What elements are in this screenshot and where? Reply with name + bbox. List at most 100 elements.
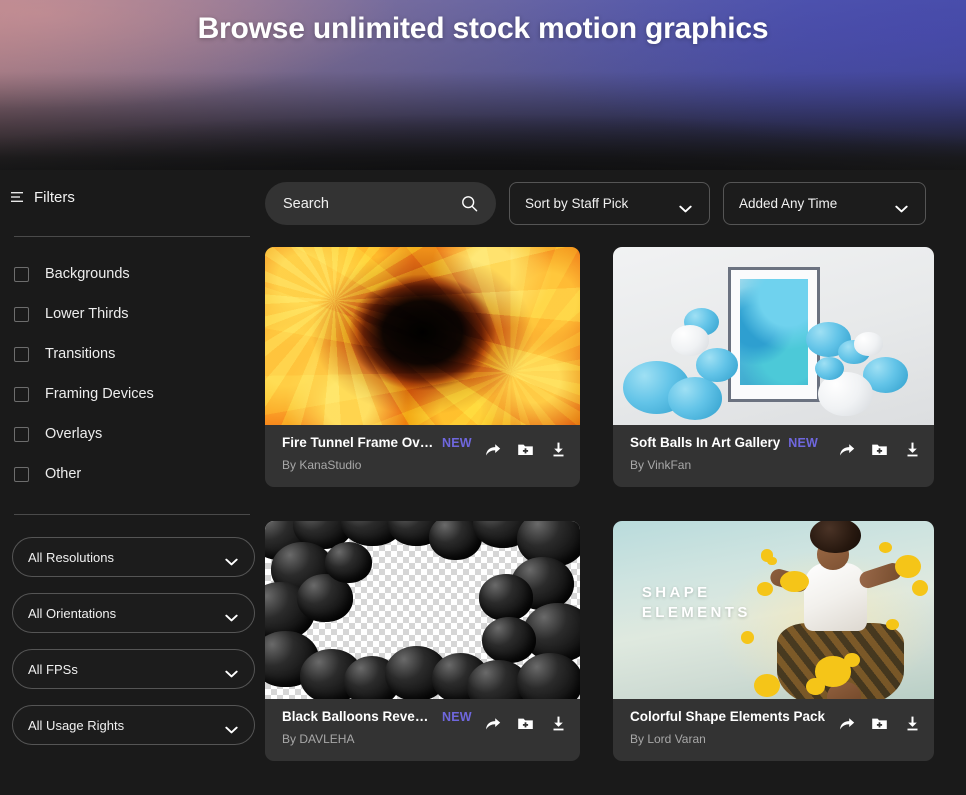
asset-author: By VinkFan [630,458,692,472]
yellow-blob [911,579,928,596]
black-balloons-artwork [265,521,580,699]
filter-option-overlays[interactable]: Overlays [11,414,253,454]
balloon-shape [482,617,536,664]
dancer-figure [767,521,934,699]
shape-elements-artwork: SHAPE ELEMENTS [613,521,934,699]
thumbnail-overlay-text: SHAPE ELEMENTS [642,583,751,623]
page-title: Browse unlimited stock motion graphics [197,12,769,45]
asset-card-footer: Black Balloons Reveal F... NEW By DAVLEH… [265,699,580,761]
yellow-blob [844,652,861,667]
add-to-folder-icon[interactable] [870,714,889,733]
chevron-down-icon [225,721,238,734]
asset-card[interactable]: Soft Balls In Art Gallery NEW By VinkFan [613,247,934,487]
dropdown-orientations[interactable]: All Orientations [12,593,255,633]
fire-tunnel-artwork [265,247,580,425]
chevron-down-icon [225,553,238,566]
chevron-down-icon [225,609,238,622]
checkbox-other[interactable] [14,466,29,482]
asset-actions [837,434,922,459]
page-body: Filters Backgrounds Lower Thirds Transit… [0,170,966,761]
status-badge: NEW [442,710,472,724]
checkbox-transitions[interactable] [14,346,29,362]
dropdown-label: All Orientations [28,605,117,621]
asset-title: Black Balloons Reveal F... [282,709,434,724]
asset-author: By DAVLEHA [282,732,355,746]
yellow-blob [767,556,777,566]
asset-thumbnail-soft-balls[interactable] [613,247,934,425]
add-to-folder-icon[interactable] [870,440,889,459]
filter-option-transitions[interactable]: Transitions [11,334,253,374]
download-icon[interactable] [903,714,922,733]
balloon-shape [517,652,580,699]
dropdown-fps[interactable]: All FPSs [12,649,255,689]
asset-card-footer: Colorful Shape Elements Pack By Lord Var… [613,699,934,761]
asset-card[interactable]: Black Balloons Reveal F... NEW By DAVLEH… [265,521,580,761]
asset-actions [837,708,922,733]
filter-option-framing-devices[interactable]: Framing Devices [11,374,253,414]
asset-author: By Lord Varan [630,732,706,746]
yellow-blob [885,618,899,630]
checkbox-overlays[interactable] [14,426,29,442]
sidebar-dropdown-list: All Resolutions All Orientations All FPS… [11,515,255,745]
overlay-text-line-1: SHAPE [641,584,711,602]
asset-card[interactable]: SHAPE ELEMENTS Colorful Shape Elements P… [613,521,934,761]
dropdown-label: All Usage Rights [28,717,125,733]
filter-option-label: Lower Thirds [45,306,129,322]
add-to-folder-icon[interactable] [516,440,535,459]
asset-meta: Soft Balls In Art Gallery NEW By VinkFan [630,434,818,472]
asset-thumbnail-shape-elements[interactable]: SHAPE ELEMENTS [613,521,934,699]
dropdown-usage-rights[interactable]: All Usage Rights [12,705,255,745]
dancer-hair [810,521,861,554]
yellow-blob [754,674,780,698]
checkbox-backgrounds[interactable] [14,266,29,282]
asset-thumbnail-fire-tunnel[interactable] [265,247,580,425]
asset-meta: Fire Tunnel Frame Overl... NEW By KanaSt… [282,434,472,472]
asset-card-footer: Soft Balls In Art Gallery NEW By VinkFan [613,425,934,487]
art-gallery-artwork [613,247,934,425]
asset-actions [483,708,568,733]
filter-option-label: Transitions [45,346,116,362]
yellow-blob [741,631,755,644]
asset-author: By KanaStudio [282,458,362,472]
filter-option-lower-thirds[interactable]: Lower Thirds [11,294,253,334]
overlay-text-line-2: ELEMENTS [641,604,751,622]
download-icon[interactable] [549,714,568,733]
checkbox-lower-thirds[interactable] [14,306,29,322]
download-icon[interactable] [549,440,568,459]
asset-title-row: Fire Tunnel Frame Overl... NEW [282,435,472,450]
search-input[interactable]: Search [265,182,496,225]
asset-title-row: Soft Balls In Art Gallery NEW [630,435,818,450]
filter-option-other[interactable]: Other [11,454,253,494]
share-icon[interactable] [483,440,502,459]
results-area: Search Sort by Staff Pick Added Any Time [265,170,966,761]
date-filter-label: Added Any Time [739,196,838,211]
asset-thumbnail-black-balloons[interactable] [265,521,580,699]
dropdown-resolutions[interactable]: All Resolutions [12,537,255,577]
dancer-torso [803,562,868,631]
yellow-blob [895,554,922,578]
yellow-blob [779,570,809,593]
filter-option-label: Backgrounds [45,266,130,282]
balloon-shape [324,542,373,584]
date-filter-dropdown[interactable]: Added Any Time [723,182,926,225]
asset-meta: Black Balloons Reveal F... NEW By DAVLEH… [282,708,472,746]
add-to-folder-icon[interactable] [516,714,535,733]
sort-dropdown[interactable]: Sort by Staff Pick [509,182,710,225]
filter-option-label: Other [45,466,82,482]
checkbox-framing-devices[interactable] [14,386,29,402]
search-icon[interactable] [461,195,478,212]
share-icon[interactable] [837,440,856,459]
asset-card[interactable]: Fire Tunnel Frame Overl... NEW By KanaSt… [265,247,580,487]
category-checkbox-list: Backgrounds Lower Thirds Transitions Fra… [11,237,253,494]
download-icon[interactable] [903,440,922,459]
asset-title: Soft Balls In Art Gallery [630,435,781,450]
asset-card-footer: Fire Tunnel Frame Overl... NEW By KanaSt… [265,425,580,487]
asset-meta: Colorful Shape Elements Pack By Lord Var… [630,708,833,746]
asset-title-row: Black Balloons Reveal F... NEW [282,709,472,724]
filter-option-backgrounds[interactable]: Backgrounds [11,254,253,294]
share-icon[interactable] [483,714,502,733]
chevron-down-icon [225,665,238,678]
dropdown-label: All Resolutions [28,549,114,565]
share-icon[interactable] [837,714,856,733]
asset-title: Colorful Shape Elements Pack [630,709,826,724]
